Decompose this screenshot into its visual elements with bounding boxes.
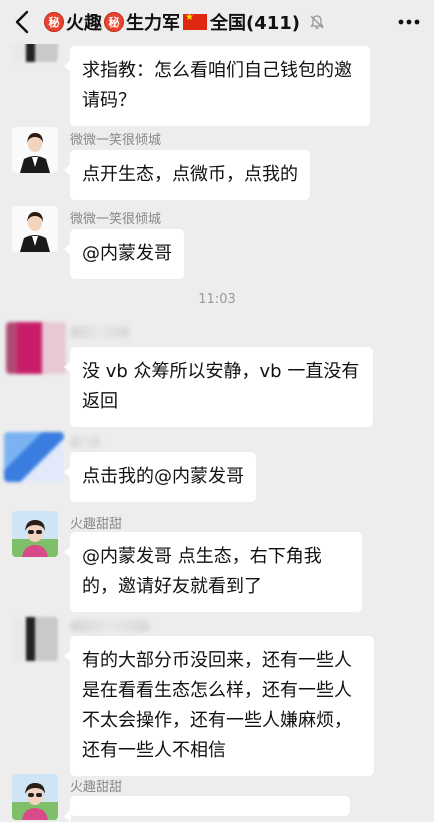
sender-name-blurred xyxy=(70,326,130,338)
secret-seal-icon: 秘 xyxy=(44,12,64,32)
chat-area: 求指教：怎么看咱们自己钱包的邀请码？ 微微一笑很倾城 点开生态，点微币，点我的 … xyxy=(0,0,434,822)
message-bubble[interactable]: @内蒙发哥 点生态，右下角我的，邀请好友就看到了 xyxy=(64,532,362,612)
avatar[interactable] xyxy=(12,617,58,661)
chat-title[interactable]: 秘 火趣 秘 生力军 全国(411) xyxy=(44,9,326,35)
message-bubble[interactable]: 点击我的@内蒙发哥 xyxy=(64,452,256,502)
sender-name: 微微一笑很倾城 xyxy=(70,133,162,148)
chat-header: 秘 火趣 秘 生力军 全国(411) xyxy=(0,0,434,44)
china-flag-icon xyxy=(183,12,207,30)
title-part-1: 火趣 xyxy=(66,13,102,34)
person-in-suit-avatar-icon xyxy=(12,127,58,173)
woman-in-sunglasses-avatar-icon xyxy=(12,774,58,820)
message-timestamp: 11:03 xyxy=(198,292,236,307)
avatar[interactable] xyxy=(4,432,64,482)
message-text: 没 vb 众筹所以安静，vb 一直没有返回 xyxy=(82,361,360,412)
message-text: 求指教：怎么看咱们自己钱包的邀请码？ xyxy=(82,60,352,111)
sender-name: 火趣甜甜 xyxy=(70,517,123,532)
message-text: 有的大部分币没回来，还有一些人是在看看生态怎么样，还有一些人不太会操作，还有一些… xyxy=(82,650,352,761)
message-text: 点击我的@内蒙发哥 xyxy=(82,466,244,487)
chevron-left-icon xyxy=(15,10,29,34)
muted-bell-icon xyxy=(310,15,324,29)
message-bubble[interactable] xyxy=(64,796,350,822)
message-bubble[interactable]: 有的大部分币没回来，还有一些人是在看看生态怎么样，还有一些人不太会操作，还有一些… xyxy=(64,636,374,776)
title-part-3: 全国(411) xyxy=(210,13,301,34)
avatar[interactable] xyxy=(6,322,66,374)
message-text: @内蒙发哥 点生态，右下角我的，邀请好友就看到了 xyxy=(82,546,322,597)
avatar[interactable] xyxy=(12,511,58,557)
title-part-2: 生力军 xyxy=(126,13,180,34)
avatar[interactable] xyxy=(12,774,58,820)
secret-seal-icon: 秘 xyxy=(104,12,124,32)
message-bubble[interactable]: 求指教：怎么看咱们自己钱包的邀请码？ xyxy=(64,46,370,126)
message-bubble[interactable]: 点开生态，点微币，点我的 xyxy=(64,150,310,200)
person-in-suit-avatar-icon xyxy=(12,206,58,252)
message-bubble[interactable]: @内蒙发哥 xyxy=(64,229,184,279)
avatar[interactable] xyxy=(12,127,58,173)
avatar[interactable] xyxy=(12,206,58,252)
sender-name-blurred xyxy=(70,436,100,448)
more-options-button[interactable] xyxy=(396,10,422,34)
message-bubble[interactable]: 没 vb 众筹所以安静，vb 一直没有返回 xyxy=(64,347,373,427)
woman-in-sunglasses-avatar-icon xyxy=(12,511,58,557)
back-button[interactable] xyxy=(8,6,38,38)
message-text: 点开生态，点微币，点我的 xyxy=(82,164,298,185)
sender-name: 微微一笑很倾城 xyxy=(70,212,162,227)
sender-name-blurred xyxy=(70,620,150,632)
sender-name: 火趣甜甜 xyxy=(70,780,123,795)
more-dots-icon xyxy=(398,19,420,25)
message-text: @内蒙发哥 xyxy=(82,243,172,264)
